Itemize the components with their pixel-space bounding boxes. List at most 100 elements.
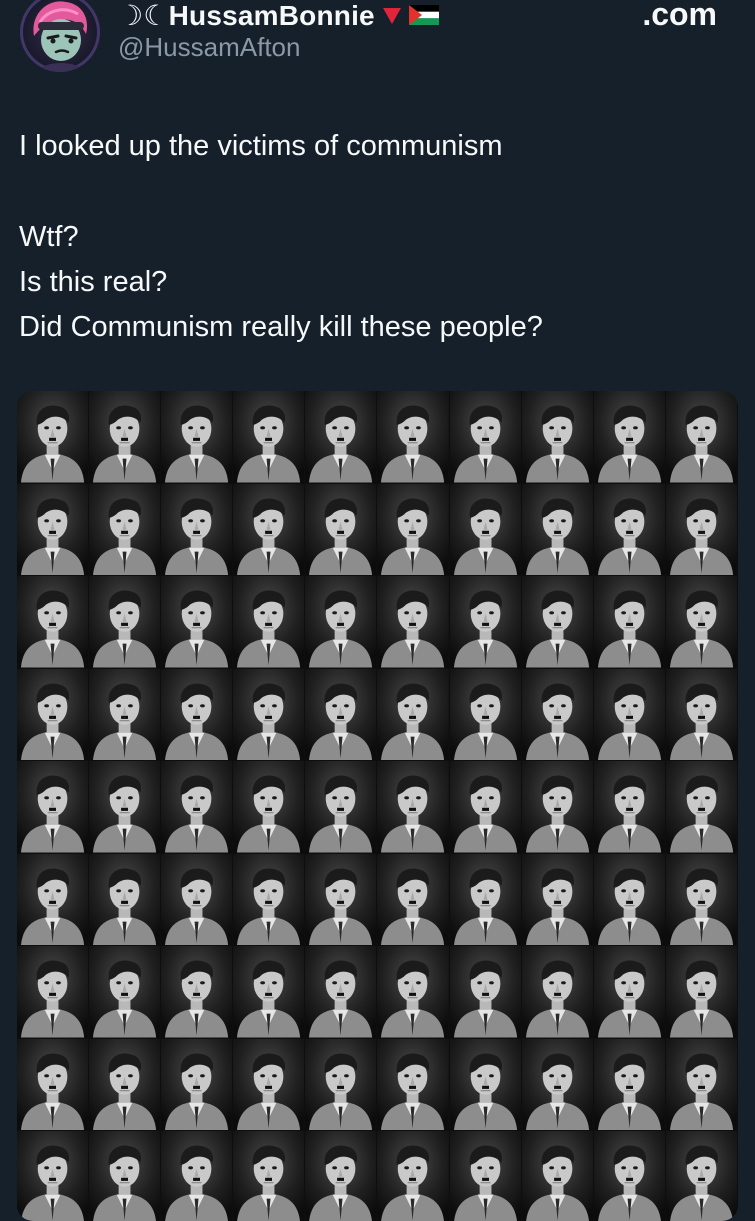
portrait-tile [593, 483, 666, 576]
portrait-tile [89, 668, 162, 761]
portrait-tile [17, 483, 90, 576]
portrait-tile [161, 576, 234, 669]
portrait-tile [233, 1038, 306, 1131]
portrait-tile [17, 668, 90, 761]
portrait-tile [665, 668, 738, 761]
portrait-tile [593, 761, 666, 854]
portrait-tile [593, 853, 666, 946]
portrait-tile [17, 1038, 90, 1131]
portrait-tile [377, 946, 450, 1039]
portrait-tile [233, 946, 306, 1039]
portrait-tile [521, 391, 594, 484]
portrait-tile [305, 576, 378, 669]
portrait-tile [449, 946, 522, 1039]
portrait-tile [305, 946, 378, 1039]
portrait-tile [665, 1038, 738, 1131]
portrait-tile [233, 576, 306, 669]
portrait-tile [449, 853, 522, 946]
portrait-tile [449, 1131, 522, 1221]
portrait-tile [305, 1131, 378, 1221]
avatar[interactable] [20, 0, 100, 72]
tweet: ☽☾HussamBonnie @HussamAfton .com I looke… [0, 0, 755, 1221]
post-line: I looked up the victims of communism [19, 130, 503, 162]
portrait-tile [521, 576, 594, 669]
portrait-tile [89, 1131, 162, 1221]
portrait-tile [377, 391, 450, 484]
portrait-tile [161, 391, 234, 484]
post-line: Wtf? [19, 221, 79, 253]
portrait-tile [17, 761, 90, 854]
overlay-domain-text: .com [642, 0, 717, 32]
portrait-tile [377, 483, 450, 576]
portrait-tile [89, 391, 162, 484]
portrait-tile [233, 668, 306, 761]
portrait-tile [17, 1131, 90, 1221]
portrait-tile [449, 668, 522, 761]
portrait-tile [593, 1131, 666, 1221]
portrait-tile [521, 1131, 594, 1221]
portrait-tile [305, 761, 378, 854]
portrait-tile [521, 483, 594, 576]
portrait-tile [89, 946, 162, 1039]
author-handle[interactable]: @HussamAfton [118, 32, 300, 63]
portrait-tile [305, 853, 378, 946]
portrait-tile [161, 761, 234, 854]
portrait-tile [377, 576, 450, 669]
portrait-tile [89, 483, 162, 576]
post-line: Did Communism really kill these people? [19, 311, 543, 343]
portrait-tile [449, 391, 522, 484]
portrait-tile [521, 668, 594, 761]
post-text: I looked up the victims of communism Wtf… [19, 124, 719, 350]
portrait-tile [521, 1038, 594, 1131]
portrait-tile [161, 1038, 234, 1131]
portrait-tile [593, 668, 666, 761]
portrait-tile [17, 391, 90, 484]
portrait-tile [233, 761, 306, 854]
portrait-tile [17, 946, 90, 1039]
portrait-tile [377, 761, 450, 854]
author-display-name[interactable]: ☽☾HussamBonnie [118, 0, 375, 32]
portrait-tile [449, 1038, 522, 1131]
portrait-tile [89, 1038, 162, 1131]
portrait-tile [305, 1038, 378, 1131]
line-break [19, 169, 719, 215]
portrait-tile [593, 391, 666, 484]
portrait-tile [233, 1131, 306, 1221]
palestine-flag-icon [408, 5, 439, 25]
portrait-tile [521, 853, 594, 946]
portrait-tile [449, 761, 522, 854]
cartoon-character-avatar-icon [33, 1, 88, 72]
portrait-tile [305, 483, 378, 576]
portrait-tile [305, 391, 378, 484]
portrait-tile [521, 761, 594, 854]
portrait-tile [665, 853, 738, 946]
portrait-tile [593, 946, 666, 1039]
portrait-tile [377, 1038, 450, 1131]
portrait-tile [161, 946, 234, 1039]
portrait-tile [305, 668, 378, 761]
portrait-tile [233, 853, 306, 946]
portrait-tile [89, 576, 162, 669]
portrait-tile [89, 853, 162, 946]
portrait-tile [17, 853, 90, 946]
author-name-row[interactable]: ☽☾HussamBonnie [118, 0, 439, 32]
portrait-tile [161, 853, 234, 946]
portrait-tile [161, 668, 234, 761]
portrait-tile [233, 391, 306, 484]
portrait-tile [449, 576, 522, 669]
portrait-tile [377, 853, 450, 946]
portrait-tile [377, 668, 450, 761]
portrait-tile [377, 1131, 450, 1221]
portrait-tile [161, 483, 234, 576]
portrait-tile [233, 483, 306, 576]
portrait-tile [665, 946, 738, 1039]
portrait-tile [161, 1131, 234, 1221]
portrait-tile [521, 946, 594, 1039]
attached-photo[interactable] [17, 391, 738, 1221]
portrait-tile [665, 761, 738, 854]
portrait-tile [665, 483, 738, 576]
portrait-tile [593, 576, 666, 669]
portrait-tile [665, 1131, 738, 1221]
portrait-tile [593, 1038, 666, 1131]
portrait-tile [665, 391, 738, 484]
